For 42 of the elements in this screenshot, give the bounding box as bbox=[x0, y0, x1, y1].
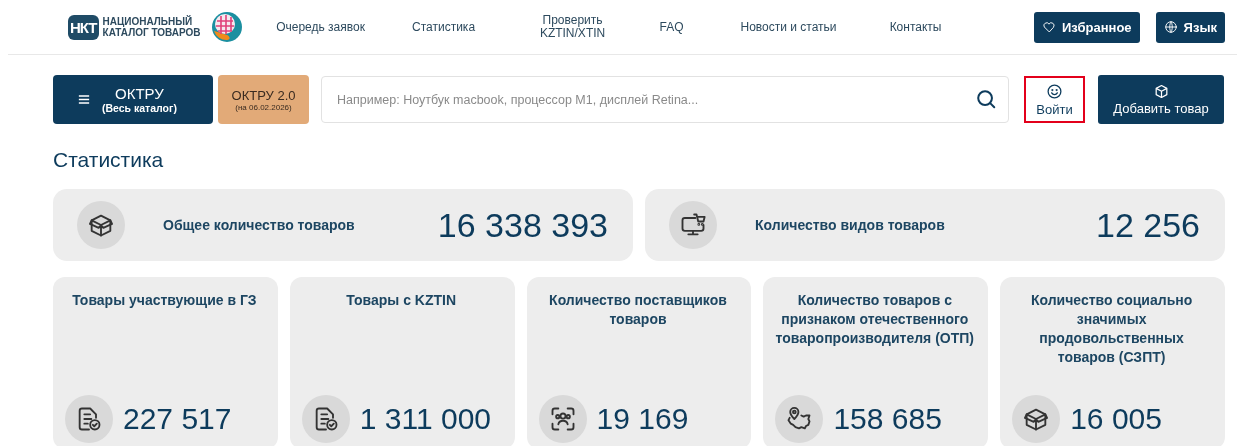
stat-label: Количество поставщиков товаров bbox=[548, 291, 728, 329]
menu-icon bbox=[78, 94, 90, 105]
monitor-cart-icon bbox=[669, 201, 717, 249]
nav-link[interactable]: Контакты bbox=[885, 20, 946, 34]
nav-link[interactable]: Статистика bbox=[408, 20, 479, 34]
nav-link[interactable]: FAQ bbox=[651, 20, 692, 34]
stat-label: Количество социально значимых продовольственных товаров (СЗПТ) bbox=[1029, 291, 1194, 367]
map-pin-icon bbox=[775, 395, 824, 443]
document-check-icon bbox=[301, 395, 350, 443]
cube-icon bbox=[1153, 83, 1169, 99]
nav-link[interactable]: Проверить KZTIN/XTIN bbox=[533, 14, 612, 40]
add-product-button[interactable]: Добавить товар bbox=[1098, 75, 1224, 124]
box-icon bbox=[77, 201, 125, 249]
stat-value: 16 338 393 bbox=[437, 205, 608, 245]
stat-label: Товары с KZTIN bbox=[345, 291, 458, 310]
stat-label: Товары участвующие в ГЗ bbox=[71, 291, 258, 310]
nav-link[interactable]: Новости и статьи bbox=[733, 20, 844, 34]
face-scan-icon bbox=[538, 395, 587, 443]
stat-label: Общее количество товаров bbox=[163, 217, 356, 233]
heart-icon bbox=[1042, 20, 1056, 34]
language-button[interactable]: Язык bbox=[1155, 11, 1225, 43]
login-button[interactable]: Войти bbox=[1024, 76, 1085, 123]
page-title: Статистика bbox=[53, 147, 165, 173]
nav-link[interactable]: Очередь заявок bbox=[266, 20, 375, 34]
stat-label: Количество товаров с признаком отечественного товаропроизводителя (ОТП) bbox=[775, 291, 975, 348]
stat-value: 12 256 bbox=[1096, 205, 1200, 245]
catalog-button[interactable]: ОКТРУ (Весь каталог) bbox=[53, 75, 213, 124]
favorites-button[interactable]: Избранное bbox=[1034, 11, 1140, 43]
smiley-icon bbox=[1046, 82, 1063, 100]
globe-icon bbox=[1163, 20, 1178, 34]
stat-value: 1 311 000 bbox=[359, 402, 492, 436]
version-button[interactable]: ОКТРУ 2.0 (на 06.02.2026) bbox=[218, 75, 309, 124]
search-field[interactable]: Например: Ноутбук macbook, процессор M1, дисплей Retina... bbox=[321, 76, 1009, 123]
stat-label: Количество видов товаров bbox=[755, 217, 946, 233]
search-icon[interactable] bbox=[975, 88, 997, 110]
stat-value: 227 517 bbox=[123, 402, 232, 436]
document-check-icon bbox=[65, 395, 113, 443]
stat-value: 158 685 bbox=[833, 402, 942, 436]
box-icon bbox=[1012, 395, 1061, 443]
emblem-icon bbox=[210, 11, 243, 43]
stat-value: 16 005 bbox=[1070, 402, 1162, 436]
stat-value: 19 169 bbox=[596, 402, 689, 436]
